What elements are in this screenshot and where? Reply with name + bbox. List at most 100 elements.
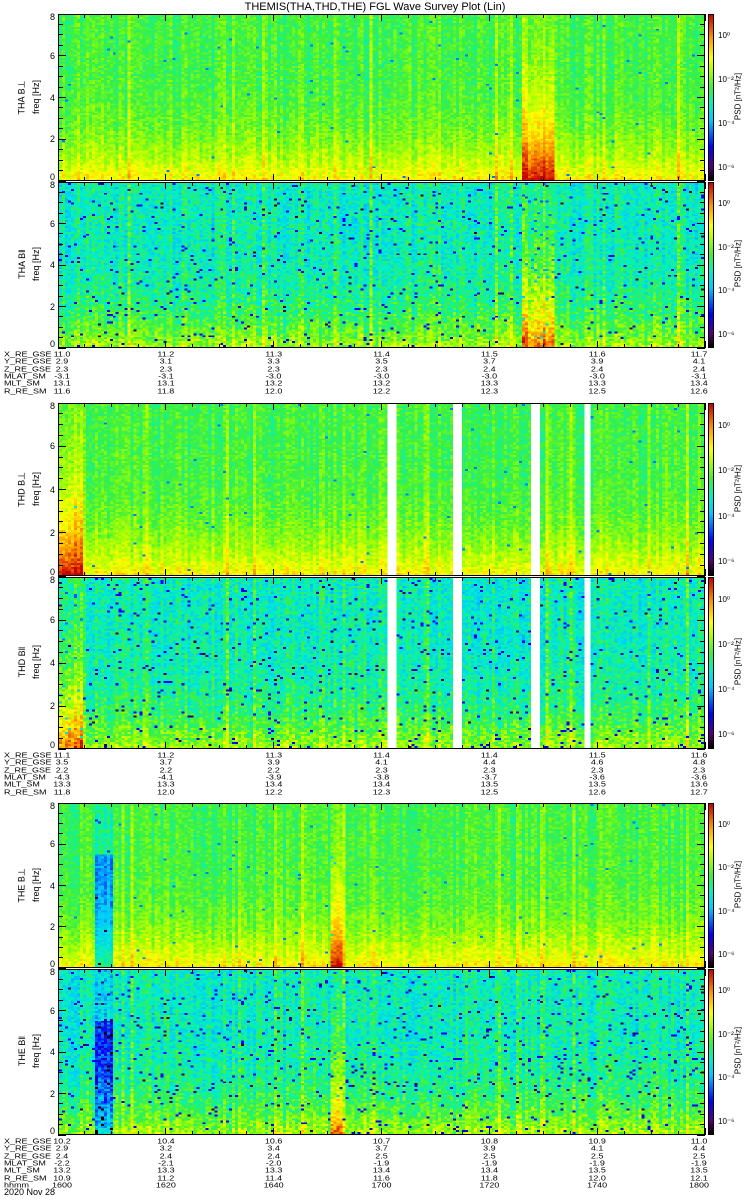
x-minor-tick (219, 969, 221, 973)
x-tick-bottom (596, 1128, 598, 1135)
x-tick-bottom (111, 572, 113, 576)
y-tick-right (700, 812, 705, 814)
x-major-tick (165, 403, 167, 410)
x-minor-tick (515, 803, 517, 807)
x-tick-bottom (650, 1131, 652, 1135)
colorbar-tick-label: 10⁰ (718, 198, 731, 208)
x-major-tick (57, 969, 59, 976)
y-tick-right (700, 946, 705, 948)
x-tick-bottom (57, 341, 59, 348)
y-minor-tick (58, 499, 63, 501)
y-minor-tick (58, 76, 63, 78)
x-minor-tick (111, 803, 113, 807)
y-tick-label: 0 (49, 740, 55, 750)
x-tick-bottom (381, 742, 382, 749)
y-tick-right (700, 34, 705, 36)
colorbar-label: PSD [nT²/Hz] (733, 1026, 743, 1075)
x-minor-tick (461, 969, 463, 973)
x-minor-tick (111, 577, 113, 581)
y-minor-tick (58, 1082, 63, 1084)
x-minor-tick (623, 14, 625, 18)
y-minor-tick (58, 65, 63, 67)
panel-label: THD B⊥ (16, 471, 27, 507)
x-tick-bottom (273, 742, 275, 749)
y-major-tick (58, 55, 66, 57)
x-minor-tick (138, 577, 140, 581)
y-minor-tick (58, 159, 63, 161)
x-minor-tick (327, 14, 329, 18)
x-tick-bottom (704, 341, 706, 348)
y-minor-tick (58, 608, 63, 610)
ephemeris-value: 11.6 (53, 386, 71, 395)
y-minor-tick (58, 521, 63, 523)
x-minor-tick (246, 403, 248, 407)
y-minor-tick (58, 1030, 63, 1032)
y-tick-label: 2 (49, 701, 55, 711)
x-tick-bottom (515, 964, 517, 968)
y-tick-right (700, 65, 705, 67)
colorbar-tick-label: 10⁻⁴ (718, 1073, 735, 1083)
x-minor-tick (434, 803, 436, 807)
x-tick-bottom (84, 1131, 86, 1135)
x-tick-bottom (623, 1131, 625, 1135)
y-tick-right (700, 1082, 705, 1084)
y-minor-tick (58, 233, 63, 235)
panel-label: THD B‖ (17, 646, 27, 678)
y-minor-tick (58, 295, 63, 297)
x-minor-tick (542, 577, 544, 581)
x-tick-bottom (300, 964, 302, 968)
x-tick-bottom (650, 745, 652, 749)
x-minor-tick (138, 403, 140, 407)
x-major-tick (57, 803, 59, 810)
x-major-tick (57, 403, 59, 410)
y-tick-right (700, 521, 705, 523)
y-minor-tick (58, 191, 63, 193)
y-tick-right (700, 999, 705, 1001)
x-minor-tick (354, 803, 356, 807)
y-minor-tick (58, 86, 63, 88)
x-major-tick (165, 577, 167, 584)
y-tick-right (700, 989, 705, 991)
colorbar-tick-label: 10⁻⁴ (718, 511, 735, 521)
x-minor-tick (677, 14, 679, 18)
y-tick-right (700, 467, 705, 469)
x-tick-bottom (407, 344, 409, 348)
x-major-tick (488, 803, 490, 810)
x-minor-tick (569, 803, 571, 807)
spectrogram-panel-tha-perp (58, 14, 705, 181)
y-major-tick (58, 138, 66, 140)
x-major-tick (488, 14, 490, 21)
y-major-tick (58, 926, 66, 928)
x-major-tick (165, 14, 167, 21)
x-tick-bottom (407, 1131, 409, 1135)
y-tick-right (697, 885, 705, 886)
colorbar-tick-label: 10⁰ (718, 594, 731, 604)
colorbar-tick-label: 10⁻⁴ (718, 286, 735, 296)
x-minor-tick (515, 577, 517, 581)
y-tick-right (700, 564, 705, 566)
x-minor-tick (354, 403, 356, 407)
x-tick-bottom (569, 344, 571, 348)
x-tick-bottom (623, 572, 625, 576)
x-major-tick (704, 577, 706, 584)
y-tick-right (700, 553, 705, 555)
colorbar-tick-label: 10⁻² (718, 639, 734, 649)
y-tick-right (700, 543, 705, 545)
x-minor-tick (111, 969, 113, 973)
x-minor-tick (650, 803, 652, 807)
panel-label: THA B⊥ (16, 80, 27, 114)
x-minor-tick (354, 969, 356, 973)
y-tick-right (700, 424, 705, 426)
x-tick-bottom (192, 964, 194, 968)
y-major-tick (58, 885, 66, 886)
x-tick-bottom (192, 344, 194, 348)
x-minor-tick (84, 14, 86, 18)
x-tick-bottom (84, 745, 86, 749)
y-tick-right (700, 478, 705, 480)
ephemeris-row-name: R_RE_SM (4, 386, 47, 395)
x-tick-bottom (219, 1131, 221, 1135)
x-minor-tick (650, 14, 652, 18)
ephemeris-value: 11.8 (157, 386, 175, 395)
y-tick-right (700, 641, 705, 642)
y-minor-tick (58, 833, 63, 835)
